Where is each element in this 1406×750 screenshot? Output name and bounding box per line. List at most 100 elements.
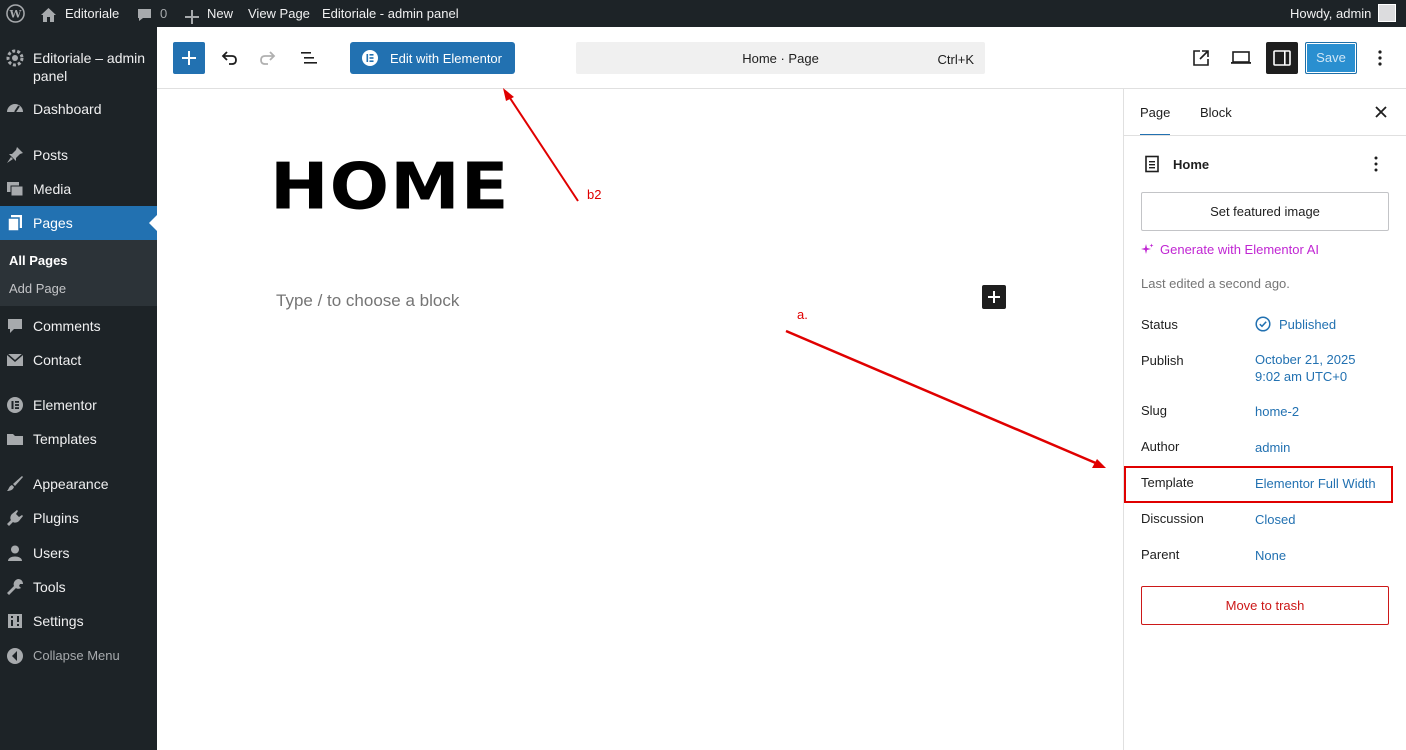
move-to-trash-button[interactable]: Move to trash: [1141, 586, 1389, 625]
undo-icon: [221, 51, 237, 65]
sidebar-item-comments[interactable]: Comments: [0, 315, 157, 337]
comment-icon: [6, 317, 24, 335]
submenu-all-pages[interactable]: All Pages: [9, 253, 68, 268]
plus-icon: [988, 291, 1000, 303]
avatar[interactable]: [1378, 4, 1396, 22]
sidebar-item-pages[interactable]: Pages: [0, 206, 157, 240]
editor-header: Edit with Elementor Home · Page Ctrl+K S…: [157, 27, 1406, 89]
tab-divider: [1124, 135, 1406, 136]
wordpress-logo-icon[interactable]: W: [6, 4, 25, 23]
sidebar-item-contact[interactable]: Contact: [0, 349, 157, 371]
plus-icon[interactable]: [185, 6, 199, 24]
sidebar-item-label: Posts: [33, 147, 69, 163]
set-featured-image-button[interactable]: Set featured image: [1141, 192, 1389, 231]
discussion-label: Discussion: [1141, 511, 1204, 526]
page-actions-icon[interactable]: [1373, 155, 1379, 173]
sidebar-item-appearance[interactable]: Appearance: [0, 473, 157, 495]
sidebar-item-label: Users: [33, 545, 70, 561]
block-placeholder[interactable]: Type / to choose a block: [276, 291, 459, 311]
admin-panel-link[interactable]: Editoriale - admin panel: [322, 0, 459, 27]
sidebar-item-label: Dashboard: [33, 101, 102, 117]
sidebar-item-label: Settings: [33, 613, 84, 629]
undo-button[interactable]: [213, 42, 245, 74]
comments-count[interactable]: 0: [160, 0, 167, 27]
settings-toggle-button[interactable]: [1266, 42, 1298, 74]
sidebar-item-label: Collapse Menu: [33, 648, 120, 663]
publish-label: Publish: [1141, 353, 1184, 368]
media-icon: [6, 180, 24, 198]
document-title: Home · Page: [742, 51, 819, 66]
sidebar-item-site-title[interactable]: Editoriale – admin panel: [0, 47, 157, 87]
sidebar-item-media[interactable]: Media: [0, 178, 157, 200]
command-palette-bar[interactable]: Home · Page Ctrl+K: [576, 42, 985, 74]
publish-date-value[interactable]: October 21, 2025: [1255, 352, 1355, 368]
slug-value[interactable]: home-2: [1255, 404, 1299, 420]
external-link-icon: [1193, 50, 1209, 66]
sidebar-item-templates[interactable]: Templates: [0, 428, 157, 450]
sidebar-item-tools[interactable]: Tools: [0, 576, 157, 598]
preview-button[interactable]: [1225, 42, 1257, 74]
author-label: Author: [1141, 439, 1180, 454]
sidebar-item-posts[interactable]: Posts: [0, 144, 157, 166]
close-icon[interactable]: [1374, 105, 1388, 119]
sidebar-item-label: Comments: [33, 318, 101, 334]
generate-with-ai-link[interactable]: Generate with Elementor AI: [1160, 242, 1319, 257]
redo-icon: [260, 51, 276, 65]
redo-button[interactable]: [252, 42, 284, 74]
brush-icon: [6, 475, 24, 493]
new-link[interactable]: New: [207, 0, 233, 27]
publish-time-value[interactable]: 9:02 am UTC+0: [1255, 369, 1347, 385]
options-menu-button[interactable]: [1364, 42, 1396, 74]
user-icon: [6, 544, 24, 562]
published-check-icon: [1255, 316, 1271, 332]
sidebar-item-dashboard[interactable]: Dashboard: [0, 98, 157, 120]
page-summary-title: Home: [1173, 157, 1210, 172]
wrench-icon: [6, 578, 24, 596]
template-highlight-box: [1124, 466, 1393, 503]
howdy-link[interactable]: Howdy, admin: [1290, 0, 1371, 27]
sidebar-item-label: Templates: [33, 431, 97, 447]
save-button[interactable]: Save: [1305, 42, 1357, 74]
pages-submenu: All Pages Add Page: [0, 240, 157, 306]
view-page-button[interactable]: [1185, 42, 1217, 74]
inline-block-inserter[interactable]: [982, 285, 1006, 309]
parent-label: Parent: [1141, 547, 1180, 562]
sidebar-item-users[interactable]: Users: [0, 542, 157, 564]
block-inserter-button[interactable]: [173, 42, 205, 74]
more-vertical-icon: [1378, 50, 1382, 66]
status-label: Status: [1141, 317, 1178, 332]
tab-page[interactable]: Page: [1140, 89, 1170, 136]
comment-bubble-icon[interactable]: [136, 5, 153, 21]
settings-sidebar: Page Block Home Set featured image Gener…: [1123, 89, 1406, 750]
parent-value[interactable]: None: [1255, 548, 1286, 564]
submenu-add-page[interactable]: Add Page: [9, 281, 66, 296]
list-view-icon: [301, 52, 317, 64]
pages-icon: [6, 214, 24, 232]
tab-block[interactable]: Block: [1200, 89, 1232, 136]
sidebar-item-settings[interactable]: Settings: [0, 610, 157, 632]
admin-bar: W Editoriale 0 New View Page Editoriale …: [0, 0, 1406, 27]
last-edited-text: Last edited a second ago.: [1141, 276, 1290, 291]
edit-with-elementor-label: Edit with Elementor: [390, 51, 502, 66]
site-name-link[interactable]: Editoriale: [65, 0, 119, 27]
sidebar-item-label: Appearance: [33, 476, 109, 492]
annotation-label-b2: b2: [587, 187, 602, 202]
sidebar-collapse-menu[interactable]: Collapse Menu: [0, 645, 157, 667]
author-value[interactable]: admin: [1255, 440, 1290, 456]
editor-canvas[interactable]: HOME Type / to choose a block: [157, 89, 1123, 750]
sidebar-item-label: Contact: [33, 352, 82, 368]
sidebar-item-elementor[interactable]: Elementor: [0, 394, 157, 416]
status-value[interactable]: Published: [1279, 317, 1336, 333]
slug-label: Slug: [1141, 403, 1168, 418]
sidebar-item-plugins[interactable]: Plugins: [0, 507, 157, 529]
folder-icon: [6, 430, 24, 448]
dashboard-icon: [6, 100, 24, 118]
sidebar-item-label: Elementor: [33, 397, 97, 413]
page-title-heading[interactable]: HOME: [270, 154, 510, 218]
view-page-link[interactable]: View Page: [248, 0, 310, 27]
discussion-value[interactable]: Closed: [1255, 512, 1295, 528]
document-overview-button[interactable]: [293, 42, 325, 74]
sidebar-site-title: Editoriale – admin panel: [33, 50, 146, 84]
edit-with-elementor-button[interactable]: Edit with Elementor: [350, 42, 515, 74]
elementor-icon: [6, 396, 24, 414]
